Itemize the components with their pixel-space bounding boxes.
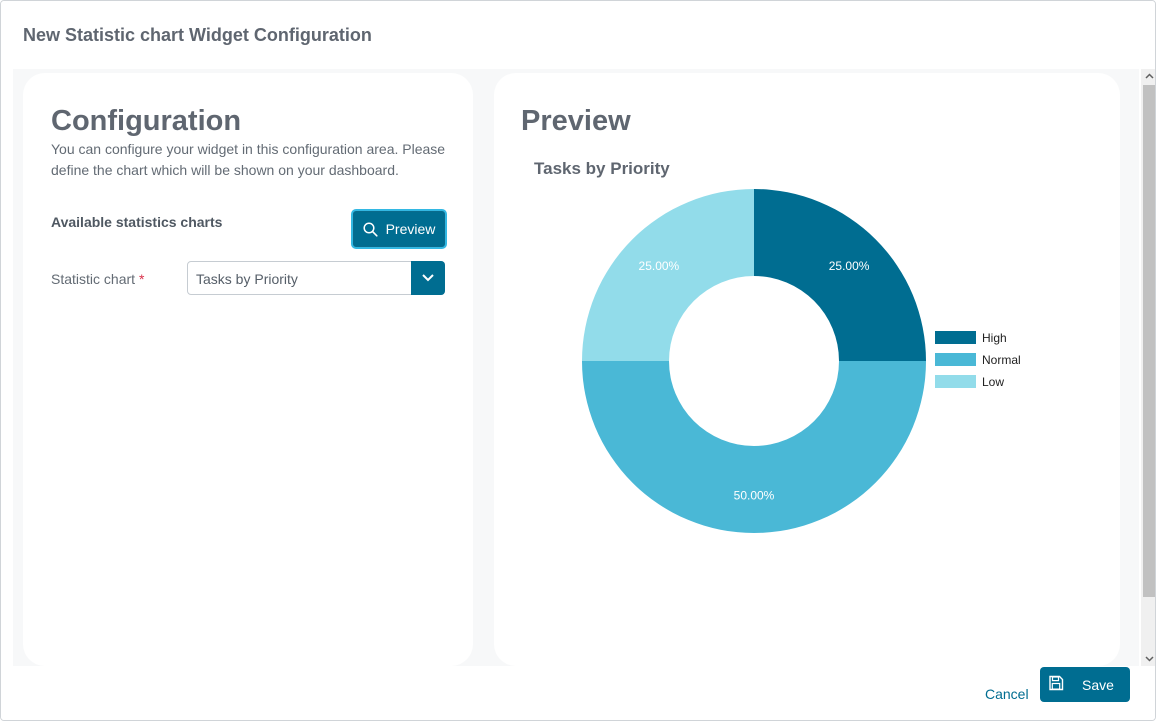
legend-label-high[interactable]: High — [982, 331, 1007, 345]
dialog-title: New Statistic chart Widget Configuration — [23, 25, 372, 45]
scroll-up-icon[interactable] — [1141, 69, 1155, 83]
dialog-body: Configuration You can configure your wid… — [13, 69, 1139, 666]
available-charts-label: Available statistics charts — [51, 214, 223, 230]
vertical-scrollbar[interactable] — [1141, 69, 1155, 666]
configuration-heading: Configuration — [51, 105, 242, 137]
statistic-chart-value: Tasks by Priority — [196, 271, 298, 287]
legend-label-low[interactable]: Low — [982, 375, 1004, 389]
preview-button-label: Preview — [385, 221, 436, 237]
widget-config-dialog: New Statistic chart Widget Configuration… — [0, 0, 1156, 721]
slice-label-low: 25.00% — [639, 259, 680, 273]
cancel-button[interactable]: Cancel — [985, 676, 1029, 712]
save-button-label: Save — [1082, 676, 1114, 693]
scroll-down-icon[interactable] — [1141, 652, 1155, 666]
donut-chart: 25.00% 50.00% 25.00% High Normal Low — [582, 189, 1021, 533]
preview-panel: Preview Tasks by Priority 25.00% 50.00% 25… — [494, 73, 1120, 666]
slice-label-normal: 50.00% — [734, 489, 775, 503]
legend-swatch-normal[interactable] — [935, 353, 976, 366]
slice-label-high: 25.00% — [829, 259, 870, 273]
save-button[interactable]: Save — [1040, 667, 1130, 702]
legend-label-normal[interactable]: Normal — [982, 353, 1021, 367]
required-mark: * — [139, 271, 145, 287]
statistic-chart-label-text: Statistic chart — [51, 271, 136, 287]
slice-normal[interactable] — [582, 361, 926, 533]
scroll-thumb[interactable] — [1143, 85, 1155, 597]
slice-low[interactable] — [582, 189, 754, 361]
save-icon — [1048, 675, 1064, 694]
dropdown-toggle-button[interactable] — [411, 261, 445, 295]
dialog-header: New Statistic chart Widget Configuration — [1, 1, 1155, 69]
dialog-footer: Cancel Save — [1, 666, 1155, 720]
statistic-chart-label: Statistic chart * — [51, 271, 144, 287]
chevron-down-icon — [422, 274, 434, 282]
slice-high[interactable] — [754, 189, 926, 361]
configuration-panel: Configuration You can configure your wid… — [23, 73, 473, 666]
search-icon — [363, 221, 378, 237]
legend-swatch-high[interactable] — [935, 331, 976, 344]
legend-swatch-low[interactable] — [935, 375, 976, 388]
statistic-chart-select[interactable]: Tasks by Priority — [187, 261, 445, 295]
configuration-description: You can configure your widget in this co… — [51, 141, 446, 178]
preview-button[interactable]: Preview — [351, 209, 447, 249]
